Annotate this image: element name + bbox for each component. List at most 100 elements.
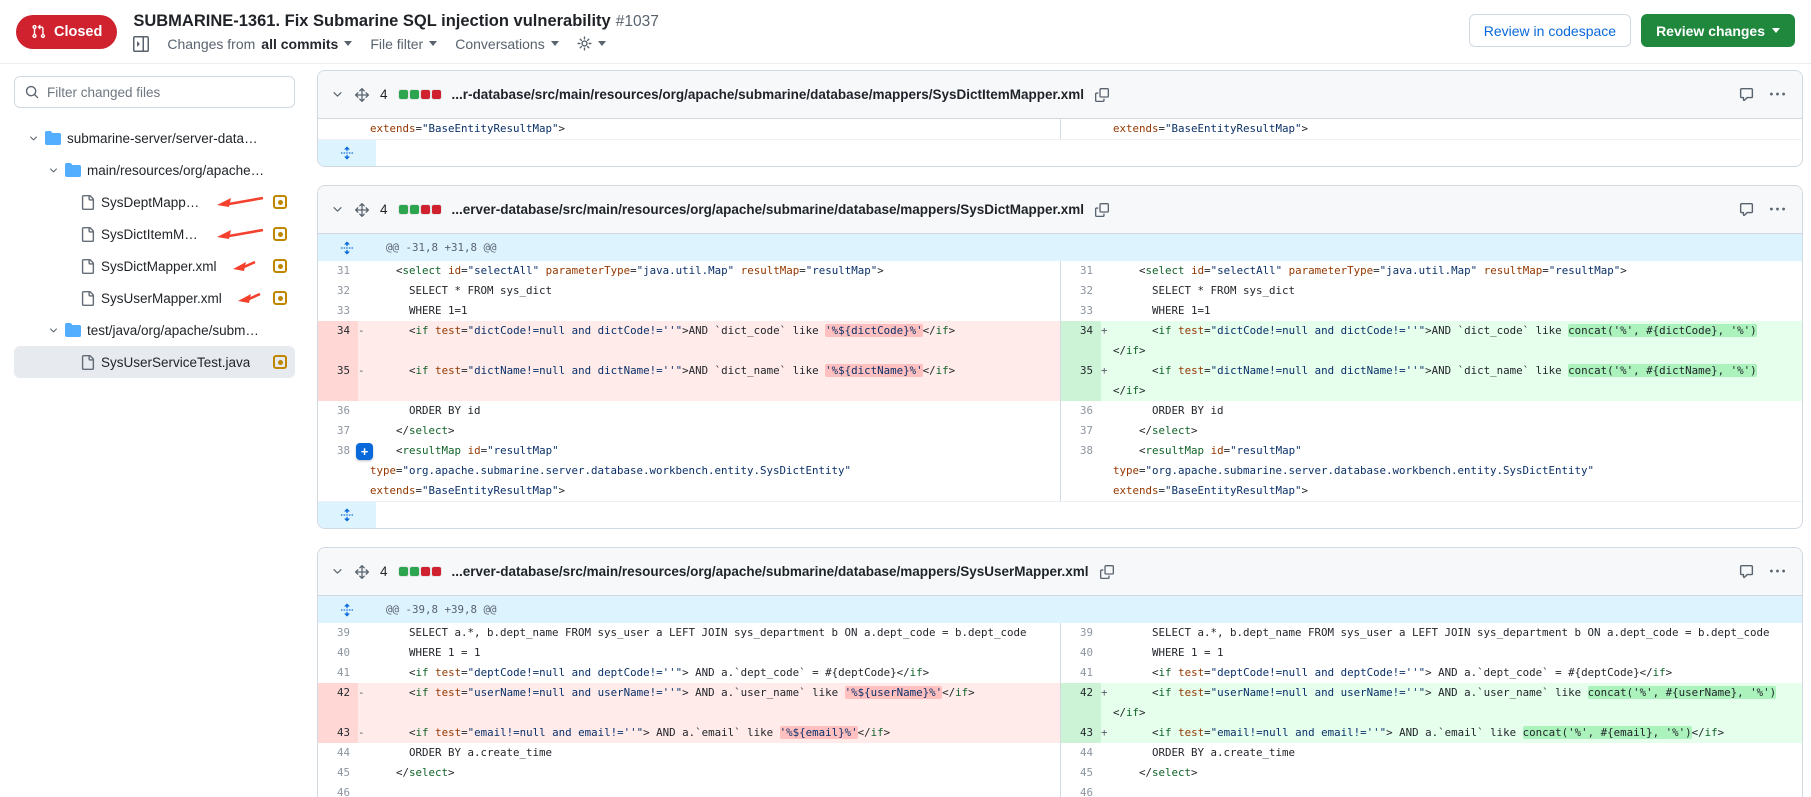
- copy-path-button[interactable]: [1095, 88, 1109, 102]
- line-number[interactable]: 32: [1061, 281, 1101, 301]
- sidebar-toggle-button[interactable]: [133, 36, 149, 52]
- sidebar-item-file-3[interactable]: SysDictItemMapper.xml: [14, 218, 295, 250]
- line-number[interactable]: 41: [1061, 663, 1101, 683]
- changes-count: 4: [380, 564, 388, 579]
- diff-marker: [358, 663, 370, 683]
- diffstat-square-del: [421, 90, 430, 99]
- line-number[interactable]: 34: [318, 321, 358, 361]
- drag-handle-icon[interactable]: [355, 565, 369, 579]
- diff-settings-dropdown[interactable]: [577, 36, 606, 51]
- file-filter-box[interactable]: [14, 76, 295, 108]
- line-number[interactable]: 46: [318, 783, 358, 797]
- file-header-actions: [1739, 202, 1789, 217]
- sidebar-item-file-4[interactable]: SysDictMapper.xml: [14, 250, 295, 282]
- line-number[interactable]: 40: [1061, 643, 1101, 663]
- comment-button[interactable]: [1739, 87, 1754, 102]
- sidebar-item-folder-6[interactable]: test/java/org/apache/submarine/s...: [14, 314, 295, 346]
- sidebar-item-folder-1[interactable]: main/resources/org/apache/subm...: [14, 154, 295, 186]
- line-number[interactable]: 33: [318, 301, 358, 321]
- line-number[interactable]: 37: [318, 421, 358, 441]
- expand-diff-button[interactable]: [318, 140, 376, 166]
- line-number[interactable]: 39: [318, 623, 358, 643]
- file-menu-button[interactable]: [1770, 202, 1785, 217]
- line-number[interactable]: [1061, 119, 1101, 139]
- diff-left-context: 33 WHERE 1=1: [318, 301, 1060, 321]
- copy-path-button[interactable]: [1100, 565, 1114, 579]
- line-number[interactable]: 37: [1061, 421, 1101, 441]
- diff-marker: +: [1101, 723, 1113, 743]
- review-changes-button[interactable]: Review changes: [1641, 14, 1795, 47]
- line-number[interactable]: 32: [318, 281, 358, 301]
- file-icon: [80, 291, 95, 306]
- expand-diff-button[interactable]: [318, 502, 376, 528]
- diffstat-square-add: [399, 90, 408, 99]
- changes-from-dropdown[interactable]: Changes from all commits: [167, 36, 352, 52]
- file-menu-button[interactable]: [1770, 564, 1785, 579]
- line-number[interactable]: 44: [318, 743, 358, 763]
- expand-hunk-button[interactable]: [318, 241, 376, 255]
- collapse-file-button[interactable]: [331, 88, 344, 101]
- diff-code: <if test="dictCode!=null and dictCode!='…: [1113, 321, 1802, 361]
- line-number[interactable]: 40: [318, 643, 358, 663]
- conversations-dropdown[interactable]: Conversations: [455, 36, 559, 52]
- line-number[interactable]: 45: [318, 763, 358, 783]
- diff-marker: -: [358, 683, 370, 723]
- line-number[interactable]: 35: [318, 361, 358, 401]
- line-number[interactable]: 36: [318, 401, 358, 421]
- diff-right-context: 38 <resultMap id="resultMap" type="org.a…: [1060, 441, 1802, 501]
- line-number[interactable]: 43: [1061, 723, 1101, 743]
- comment-button[interactable]: [1739, 564, 1754, 579]
- changes-count: 4: [380, 202, 388, 217]
- pr-state-label: Closed: [54, 24, 102, 40]
- pr-title-text: SUBMARINE-1361. Fix Submarine SQL inject…: [133, 12, 610, 30]
- line-number[interactable]: 44: [1061, 743, 1101, 763]
- line-number[interactable]: 43: [318, 723, 358, 743]
- review-codespace-button[interactable]: Review in codespace: [1469, 14, 1631, 47]
- file-path: ...r-database/src/main/resources/org/apa…: [452, 87, 1085, 102]
- line-number[interactable]: 31: [1061, 261, 1101, 281]
- line-number[interactable]: 46: [1061, 783, 1101, 797]
- tree-item-label: submarine-server/server-database/...: [67, 131, 265, 146]
- line-number[interactable]: 38: [1061, 441, 1101, 501]
- drag-handle-icon[interactable]: [355, 88, 369, 102]
- diff-code: <if test="deptCode!=null and deptCode!='…: [370, 663, 1060, 683]
- file-tree: submarine-server/server-database/... main…: [14, 122, 295, 378]
- line-number[interactable]: 45: [1061, 763, 1101, 783]
- collapse-file-button[interactable]: [331, 565, 344, 578]
- line-number[interactable]: 38: [318, 441, 358, 501]
- line-number[interactable]: 42: [318, 683, 358, 723]
- line-number[interactable]: 36: [1061, 401, 1101, 421]
- modified-status-icon: [273, 291, 287, 305]
- line-number[interactable]: 31: [318, 261, 358, 281]
- drag-handle-icon[interactable]: [355, 203, 369, 217]
- sidebar-item-folder-0[interactable]: submarine-server/server-database/...: [14, 122, 295, 154]
- diff-left-context: 36 ORDER BY id: [318, 401, 1060, 421]
- sidebar-item-file-5[interactable]: SysUserMapper.xml: [14, 282, 295, 314]
- comment-button[interactable]: [1739, 202, 1754, 217]
- diff-marker: +: [1101, 683, 1113, 723]
- line-number[interactable]: 33: [1061, 301, 1101, 321]
- line-number[interactable]: 42: [1061, 683, 1101, 723]
- sidebar-item-file-7[interactable]: SysUserServiceTest.java: [14, 346, 295, 378]
- add-comment-button[interactable]: +: [356, 443, 373, 460]
- diff-left-del: 35- <if test="dictName!=null and dictNam…: [318, 361, 1060, 401]
- sidebar-item-file-2[interactable]: SysDeptMapper.xml: [14, 186, 295, 218]
- hunk-text: @@ -31,8 +31,8 @@: [376, 241, 497, 254]
- line-number[interactable]: 39: [1061, 623, 1101, 643]
- file-filter-input[interactable]: [47, 85, 284, 100]
- line-number[interactable]: 34: [1061, 321, 1101, 361]
- copy-path-button[interactable]: [1095, 203, 1109, 217]
- file-menu-button[interactable]: [1770, 87, 1785, 102]
- expand-hunk-button[interactable]: [318, 603, 376, 617]
- diff-code: <resultMap id="resultMap" type="org.apac…: [370, 441, 1060, 501]
- line-number[interactable]: 35: [1061, 361, 1101, 401]
- file-filter-dropdown[interactable]: File filter: [370, 36, 437, 52]
- diff-code: SELECT a.*, b.dept_name FROM sys_user a …: [1113, 623, 1802, 643]
- line-number[interactable]: [318, 119, 358, 139]
- tree-item-label: SysUserServiceTest.java: [101, 355, 250, 370]
- collapse-file-button[interactable]: [331, 203, 344, 216]
- diff-left-context: 31 <select id="selectAll" parameterType=…: [318, 261, 1060, 281]
- file-tree-sidebar: submarine-server/server-database/... main…: [0, 64, 305, 797]
- diff-marker: [1101, 783, 1113, 797]
- line-number[interactable]: 41: [318, 663, 358, 683]
